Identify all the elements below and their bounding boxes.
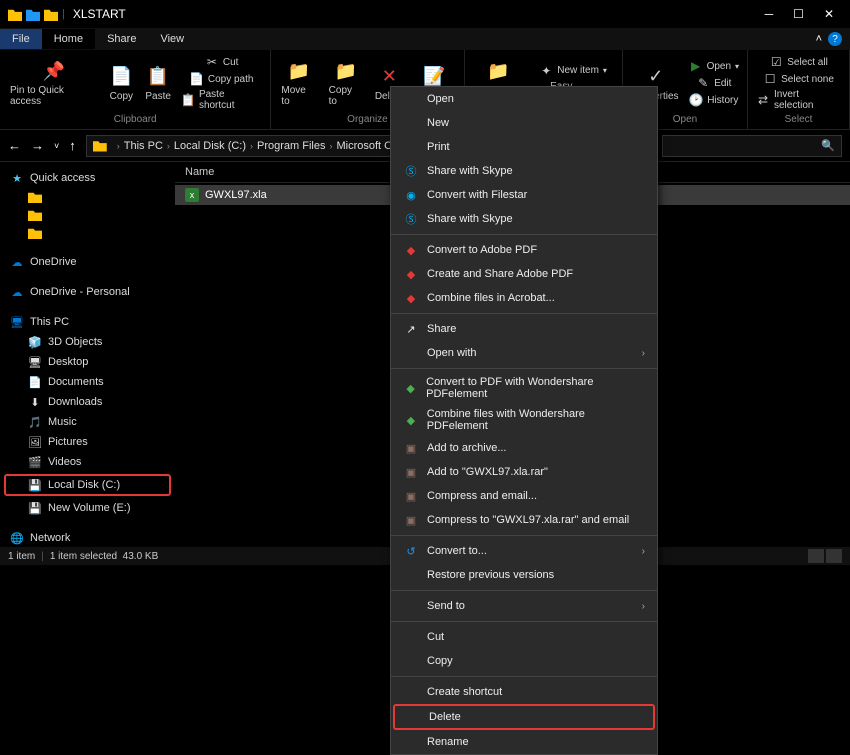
ctx-restore[interactable]: Restore previous versions (391, 563, 657, 587)
move-to-button[interactable]: 📁Move to (277, 54, 320, 112)
ctx-acrobat[interactable]: ◆Combine files in Acrobat... (391, 286, 657, 310)
ctx-open[interactable]: Open (391, 87, 657, 111)
sidebar-item-downloads[interactable]: ⬇Downloads (0, 392, 175, 412)
search-input[interactable]: 🔍 (662, 135, 842, 157)
history-button[interactable]: 🕑History (687, 92, 741, 108)
help-icon[interactable]: ? (828, 32, 842, 46)
tab-share[interactable]: Share (95, 29, 148, 49)
recent-button[interactable]: ˅ (54, 141, 59, 151)
breadcrumb-item[interactable]: Local Disk (C:) (174, 140, 246, 152)
paste-shortcut-button[interactable]: 📋Paste shortcut (179, 88, 264, 112)
close-button[interactable]: ✕ (824, 7, 834, 21)
pin-quick-access-button[interactable]: 📌Pin to Quick access (6, 54, 101, 112)
tab-home[interactable]: Home (42, 29, 95, 49)
ctx-send-to[interactable]: Send to› (391, 594, 657, 618)
ctx-rename[interactable]: Rename (391, 730, 657, 754)
ctx-wondershare[interactable]: ◆Convert to PDF with Wondershare PDFelem… (391, 372, 657, 404)
ctx-open-with[interactable]: Open with› (391, 341, 657, 365)
chevron-up-icon[interactable]: ˄ (816, 33, 822, 45)
titlebar: | XLSTART ─ ☐ ✕ (0, 0, 850, 28)
sidebar-network[interactable]: 🌐Network (0, 528, 175, 547)
ribbon-group-label: Clipboard (6, 112, 264, 125)
sidebar-onedrive[interactable]: ☁OneDrive (0, 252, 175, 272)
ctx-create-shortcut[interactable]: Create shortcut (391, 680, 657, 704)
ribbon-group-label: Select (754, 112, 843, 125)
copy-to-button[interactable]: 📁Copy to (325, 54, 367, 112)
ctx-convert-to[interactable]: ↺Convert to...› (391, 539, 657, 563)
edit-button[interactable]: ✎Edit (687, 75, 741, 91)
open-button[interactable]: ▶Open▾ (687, 58, 741, 74)
sidebar-item[interactable] (0, 206, 175, 224)
ctx-add-rar[interactable]: ▣Add to "GWXL97.xla.rar" (391, 460, 657, 484)
select-none-button[interactable]: ☐Select none (754, 71, 843, 87)
tab-file[interactable]: File (0, 29, 42, 49)
sidebar: ★Quick access ☁OneDrive ☁OneDrive - Pers… (0, 162, 175, 547)
ctx-share[interactable]: ↗Share (391, 317, 657, 341)
copy-path-button[interactable]: 📄Copy path (179, 71, 264, 87)
sidebar-item-desktop[interactable]: 🖥Desktop (0, 352, 175, 372)
ctx-new[interactable]: New (391, 111, 657, 135)
ctx-adobe-share[interactable]: ◆Create and Share Adobe PDF (391, 262, 657, 286)
view-details-button[interactable] (808, 549, 824, 563)
ctx-add-archive[interactable]: ▣Add to archive... (391, 436, 657, 460)
ctx-skype[interactable]: ⓈShare with Skype (391, 159, 657, 183)
ctx-adobe-pdf[interactable]: ◆Convert to Adobe PDF (391, 238, 657, 262)
sidebar-item[interactable] (0, 188, 175, 206)
select-all-button[interactable]: ☑Select all (754, 54, 843, 70)
sidebar-item-local-disk-c[interactable]: 💾Local Disk (C:) (4, 474, 171, 496)
status-selected: 1 item selected (50, 551, 117, 562)
sidebar-this-pc[interactable]: 🖥This PC (0, 312, 175, 332)
ctx-delete[interactable]: Delete (393, 704, 655, 730)
window-title: XLSTART (73, 7, 126, 21)
sidebar-item-3d[interactable]: 🧊3D Objects (0, 332, 175, 352)
sidebar-item-videos[interactable]: 🎬Videos (0, 452, 175, 472)
sidebar-item-documents[interactable]: 📄Documents (0, 372, 175, 392)
ctx-compress-rar[interactable]: ▣Compress to "GWXL97.xla.rar" and email (391, 508, 657, 532)
paste-button[interactable]: 📋Paste (141, 54, 175, 112)
status-size: 43.0 KB (123, 551, 159, 562)
sidebar-item-pictures[interactable]: 🖼Pictures (0, 432, 175, 452)
back-button[interactable]: ← (8, 138, 21, 153)
sidebar-onedrive-personal[interactable]: ☁OneDrive - Personal (0, 282, 175, 302)
sidebar-item-new-volume[interactable]: 💾New Volume (E:) (0, 498, 175, 518)
sidebar-quick-access[interactable]: ★Quick access (0, 168, 175, 188)
maximize-button[interactable]: ☐ (793, 7, 804, 21)
view-large-button[interactable] (826, 549, 842, 563)
tab-view[interactable]: View (148, 29, 196, 49)
sidebar-item-music[interactable]: 🎵Music (0, 412, 175, 432)
sidebar-item[interactable] (0, 224, 175, 242)
folder-icon (93, 140, 107, 152)
ctx-filestar[interactable]: ◉Convert with Filestar (391, 183, 657, 207)
menubar: File Home Share View ˄ ? (0, 28, 850, 50)
search-icon: 🔍 (821, 139, 835, 152)
ctx-copy[interactable]: Copy (391, 649, 657, 673)
ctx-wondershare[interactable]: ◆Combine files with Wondershare PDFeleme… (391, 404, 657, 436)
invert-selection-button[interactable]: ⇄Invert selection (754, 88, 843, 112)
breadcrumb-item[interactable]: Program Files (257, 140, 325, 152)
minimize-button[interactable]: ─ (765, 7, 774, 21)
new-item-button[interactable]: ✦New item▾ (530, 63, 616, 79)
folder-icon (44, 7, 58, 21)
ctx-print[interactable]: Print (391, 135, 657, 159)
forward-button[interactable]: → (31, 138, 44, 153)
ctx-cut[interactable]: Cut (391, 625, 657, 649)
context-menu: Open New Print ⓈShare with Skype ◉Conver… (390, 86, 658, 755)
folder-icon (26, 7, 40, 21)
up-button[interactable]: ↑ (69, 138, 76, 153)
folder-icon (8, 7, 22, 21)
breadcrumb-item[interactable]: This PC (124, 140, 163, 152)
excel-icon: x (185, 188, 199, 202)
status-item-count: 1 item (8, 551, 35, 562)
copy-button[interactable]: 📄Copy (105, 54, 137, 112)
file-name: GWXL97.xla (205, 189, 267, 201)
cut-button[interactable]: ✂Cut (179, 54, 264, 70)
ctx-skype[interactable]: ⓈShare with Skype (391, 207, 657, 231)
ctx-compress-email[interactable]: ▣Compress and email... (391, 484, 657, 508)
